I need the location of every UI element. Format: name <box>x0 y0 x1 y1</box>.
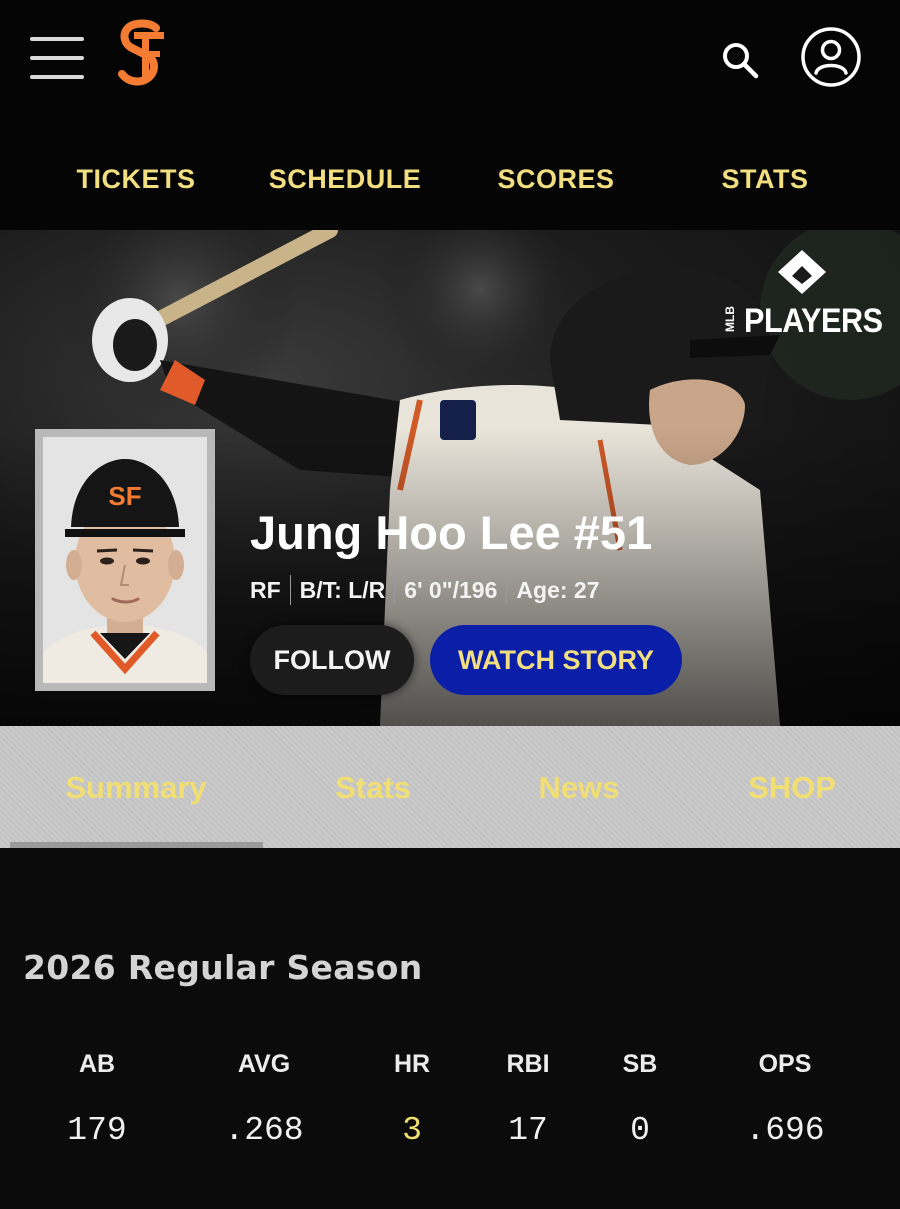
stat-value-avg: .268 <box>224 1112 304 1149</box>
nav-scores[interactable]: SCORES <box>497 164 614 195</box>
headshot-image: SF <box>43 437 207 683</box>
stat-header-avg: AVG <box>237 1050 291 1078</box>
stat-value-hr[interactable]: 3 <box>402 1112 422 1149</box>
stat-value-sb: 0 <box>630 1112 650 1149</box>
season-stats-section: 2026 Regular Season AB AVG HR RBI SB OPS… <box>0 848 900 1209</box>
hamburger-menu-icon[interactable] <box>30 37 84 79</box>
main-nav: TICKETS SCHEDULE SCORES STATS <box>0 120 900 230</box>
bio-position: RF <box>250 576 281 603</box>
player-tabs: Summary Stats News SHOP <box>0 726 900 848</box>
stat-value-ops: .696 <box>745 1112 825 1149</box>
search-icon[interactable] <box>718 38 762 82</box>
stat-header-hr: HR <box>393 1050 431 1078</box>
player-hero: MLB PLAYERS SF Jung Hoo Lee #51 RF B/T: … <box>0 230 900 726</box>
tab-summary[interactable]: Summary <box>65 770 206 806</box>
bio-height-weight: 6' 0"/196 <box>404 576 498 603</box>
stat-header-ops: OPS <box>758 1050 812 1078</box>
mlb-players-badge: PLAYERS <box>744 302 883 340</box>
follow-button[interactable]: FOLLOW <box>250 625 414 695</box>
tab-stats[interactable]: Stats <box>335 770 411 806</box>
sf-giants-logo[interactable] <box>112 18 170 90</box>
player-bio: RF B/T: L/R 6' 0"/196 Age: 27 <box>250 575 600 605</box>
tab-shop[interactable]: SHOP <box>748 770 836 806</box>
player-headshot: SF <box>35 429 215 691</box>
watch-story-button[interactable]: WATCH STORY <box>430 625 682 695</box>
top-bar <box>0 0 900 120</box>
tab-news[interactable]: News <box>539 770 620 806</box>
stat-value-ab: 179 <box>67 1112 127 1149</box>
stat-header-rbi: RBI <box>506 1050 550 1078</box>
nav-stats[interactable]: STATS <box>722 164 809 195</box>
stat-header-sb: SB <box>622 1050 658 1078</box>
player-name: Jung Hoo Lee #51 <box>250 506 653 559</box>
bio-age: Age: 27 <box>516 576 600 603</box>
user-account-icon[interactable] <box>800 26 862 88</box>
nav-tickets[interactable]: TICKETS <box>76 164 195 195</box>
season-title: 2026 Regular Season <box>23 948 423 987</box>
nav-schedule[interactable]: SCHEDULE <box>269 164 422 195</box>
mlb-badge-mini: MLB <box>723 306 737 332</box>
svg-text:SF: SF <box>108 481 141 511</box>
stat-value-rbi: 17 <box>508 1112 548 1149</box>
bio-bats-throws: B/T: L/R <box>299 576 386 603</box>
stat-header-ab: AB <box>78 1050 116 1078</box>
